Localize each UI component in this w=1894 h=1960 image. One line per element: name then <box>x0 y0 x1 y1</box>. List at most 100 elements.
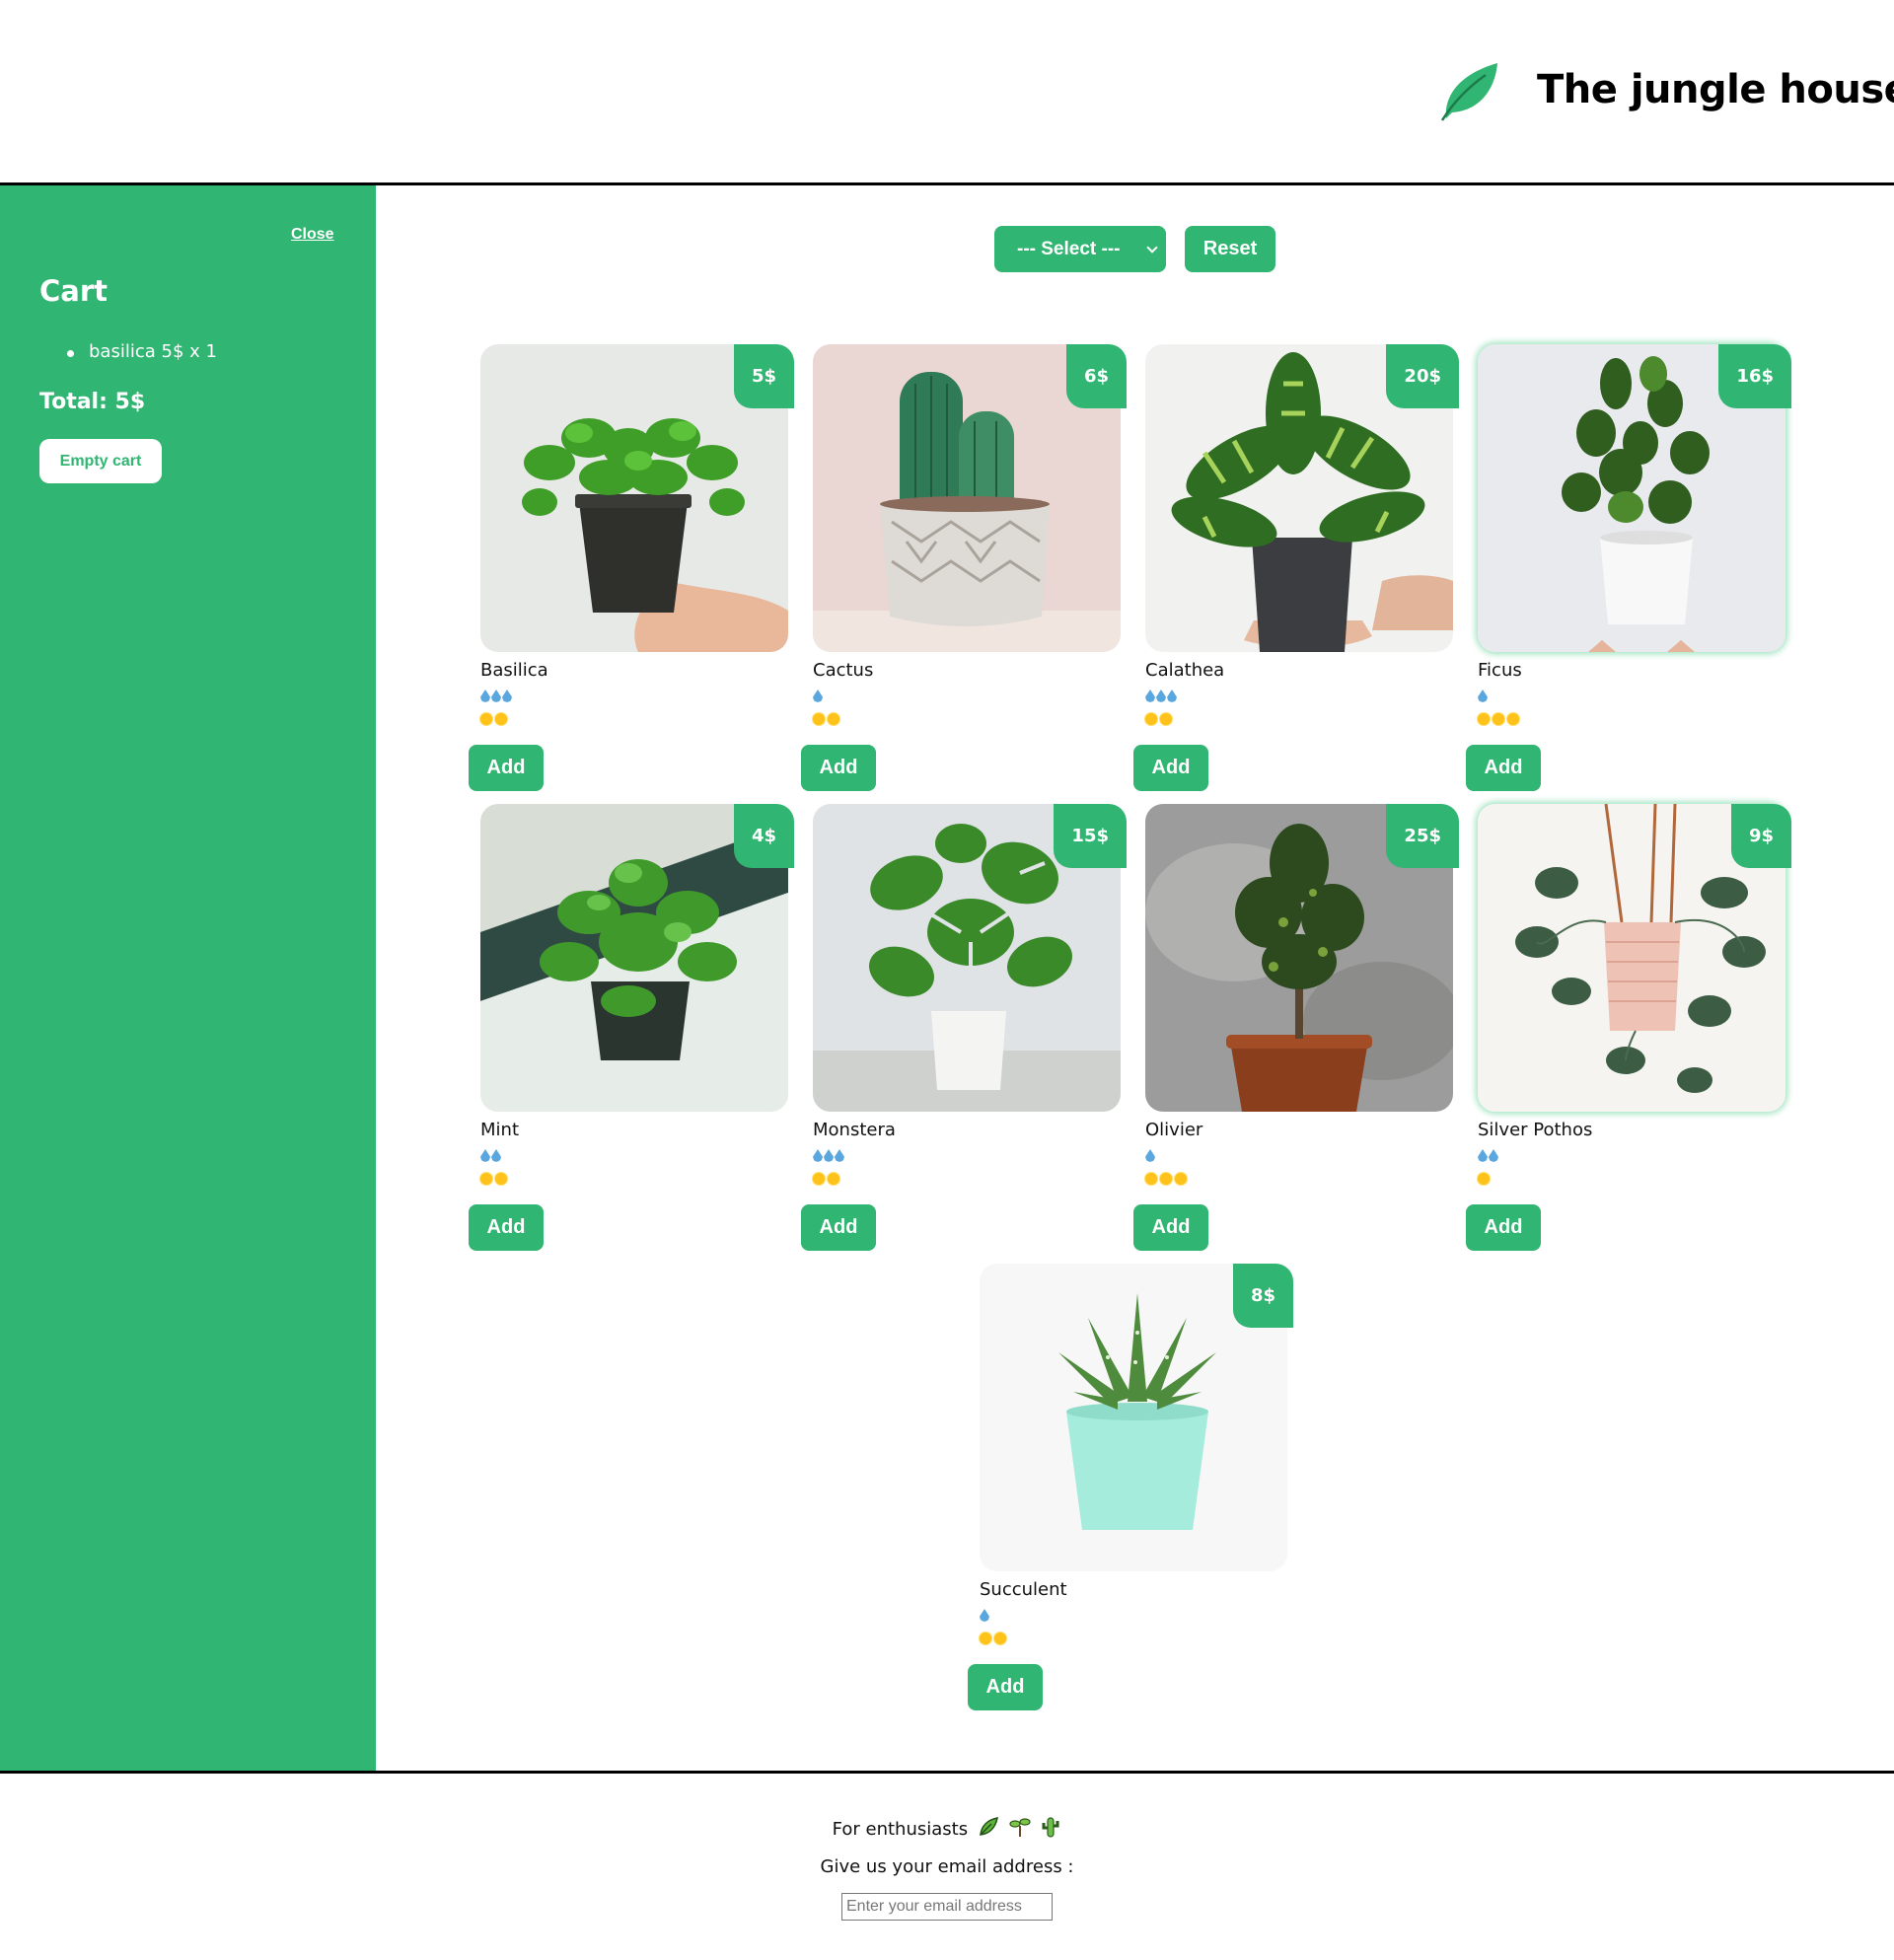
close-cart-button[interactable]: Close <box>291 226 334 244</box>
light-level <box>813 713 839 725</box>
water-level <box>480 690 512 702</box>
empty-cart-button[interactable]: Empty cart <box>39 439 162 483</box>
add-to-cart-button[interactable]: Add <box>1466 1204 1541 1251</box>
cart-sidebar: Close Cart basilica 5$ x 1 Total: 5$ Emp… <box>0 185 376 1772</box>
sun-icon <box>480 1173 492 1185</box>
category-select[interactable]: --- Select --- <box>994 226 1166 272</box>
light-level <box>1145 1173 1187 1185</box>
plant-name: Olivier <box>1145 1120 1203 1140</box>
add-to-cart-button[interactable]: Add <box>1466 745 1541 791</box>
water-drop-icon <box>480 690 490 702</box>
light-level <box>1145 713 1172 725</box>
water-level <box>1478 1149 1498 1162</box>
sun-icon <box>994 1633 1006 1644</box>
sun-icon <box>1478 713 1490 725</box>
price-badge: 8$ <box>1232 1264 1293 1328</box>
water-drop-icon <box>824 1149 834 1162</box>
light-level <box>1478 713 1519 725</box>
plant-name: Mint <box>480 1120 519 1140</box>
water-drop-icon <box>491 1149 501 1162</box>
plant-name: Silver Pothos <box>1478 1120 1593 1140</box>
water-drop-icon <box>1478 690 1488 702</box>
plant-name: Basilica <box>480 660 548 681</box>
email-input[interactable] <box>841 1893 1053 1921</box>
plant-name: Monstera <box>813 1120 896 1140</box>
footer-title: For enthusiasts <box>0 1816 1894 1843</box>
plant-card: 6$ Cactus Add <box>801 344 1127 808</box>
sun-icon <box>495 713 507 725</box>
seedling-icon <box>1008 1816 1031 1843</box>
cart-total: Total: 5$ <box>39 390 146 414</box>
price-badge: 9$ <box>1730 804 1791 868</box>
price-badge: 5$ <box>733 344 794 408</box>
price-badge: 16$ <box>1718 344 1791 408</box>
sun-icon <box>813 713 825 725</box>
light-level <box>480 713 507 725</box>
cart-title: Cart <box>39 274 109 308</box>
footer-title-text: For enthusiasts <box>832 1819 969 1840</box>
water-level <box>480 1149 501 1162</box>
add-to-cart-button[interactable]: Add <box>469 1204 544 1251</box>
reset-button[interactable]: Reset <box>1185 226 1275 272</box>
plant-card: 20$ Calathea Add <box>1133 344 1459 808</box>
price-badge: 25$ <box>1386 804 1459 868</box>
water-level <box>980 1609 989 1622</box>
plant-card: 15$ Monstera Add <box>801 804 1127 1268</box>
cart-item-list: basilica 5$ x 1 <box>67 341 217 362</box>
sun-icon <box>1507 713 1519 725</box>
sun-icon <box>828 1173 839 1185</box>
water-drop-icon <box>1478 1149 1488 1162</box>
sun-icon <box>1478 1173 1490 1185</box>
light-level <box>813 1173 839 1185</box>
add-to-cart-button[interactable]: Add <box>1133 745 1208 791</box>
add-to-cart-button[interactable]: Add <box>1133 1204 1208 1251</box>
sun-icon <box>1160 713 1172 725</box>
add-to-cart-button[interactable]: Add <box>801 745 876 791</box>
site-header: The jungle house <box>0 0 1894 185</box>
water-drop-icon <box>835 1149 844 1162</box>
water-drop-icon <box>813 1149 823 1162</box>
add-to-cart-button[interactable]: Add <box>801 1204 876 1251</box>
water-drop-icon <box>491 690 501 702</box>
price-badge: 6$ <box>1065 344 1127 408</box>
light-level <box>1478 1173 1490 1185</box>
plant-card: 4$ Mint Add <box>469 804 794 1268</box>
sun-icon <box>480 713 492 725</box>
sun-icon <box>813 1173 825 1185</box>
sun-icon <box>1160 1173 1172 1185</box>
water-drop-icon <box>1489 1149 1498 1162</box>
sun-icon <box>495 1173 507 1185</box>
water-drop-icon <box>502 690 512 702</box>
price-badge: 4$ <box>733 804 794 868</box>
water-drop-icon <box>480 1149 490 1162</box>
water-level <box>1145 690 1177 702</box>
cactus-icon <box>1040 1816 1061 1843</box>
category-select-value: --- Select --- <box>1017 238 1121 259</box>
add-to-cart-button[interactable]: Add <box>469 745 544 791</box>
cart-item: basilica 5$ x 1 <box>67 341 217 362</box>
light-level <box>480 1173 507 1185</box>
plant-name: Calathea <box>1145 660 1225 681</box>
sun-icon <box>1175 1173 1187 1185</box>
email-prompt: Give us your email address : <box>820 1856 1074 1877</box>
water-level <box>1145 1149 1155 1162</box>
water-level <box>1478 690 1488 702</box>
price-badge: 20$ <box>1386 344 1459 408</box>
light-level <box>980 1633 1006 1644</box>
add-to-cart-button[interactable]: Add <box>968 1664 1043 1710</box>
plant-card: 25$ Olivier Add <box>1133 804 1459 1268</box>
water-drop-icon <box>1156 690 1166 702</box>
water-level <box>813 1149 844 1162</box>
plant-name: Succulent <box>980 1579 1067 1600</box>
water-drop-icon <box>1145 1149 1155 1162</box>
herb-icon <box>978 1816 999 1843</box>
plant-name: Cactus <box>813 660 874 681</box>
price-badge: 15$ <box>1054 804 1127 868</box>
water-drop-icon <box>980 1609 989 1622</box>
water-drop-icon <box>1145 690 1155 702</box>
plant-card: 16$ Ficus Add <box>1466 344 1791 808</box>
plant-card: 8$ Succulent Add <box>968 1264 1293 1727</box>
plant-card: 5$ Basilica Add <box>469 344 794 808</box>
water-drop-icon <box>813 690 823 702</box>
plant-card: 9$ Silver Pothos Add <box>1466 804 1791 1268</box>
